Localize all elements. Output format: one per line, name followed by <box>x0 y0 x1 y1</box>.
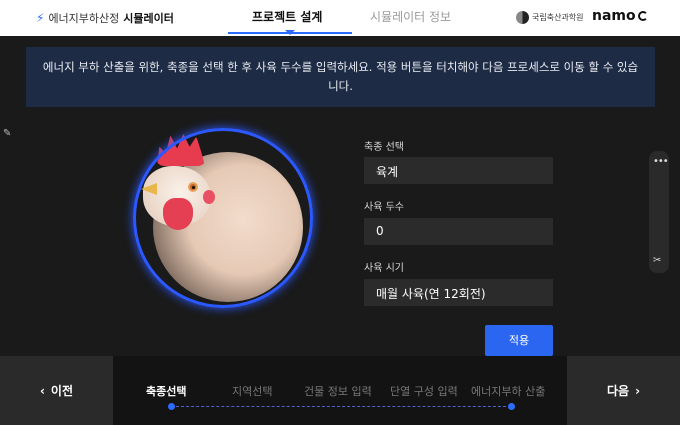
pen-icon[interactable]: ✎ <box>3 128 15 140</box>
period-label: 사육 시기 <box>364 263 404 274</box>
active-tab-caret <box>285 30 295 35</box>
next-button[interactable]: 다음 › <box>567 356 680 425</box>
prev-button-label: 이전 <box>50 384 74 398</box>
chevron-left-icon: ‹ <box>39 383 45 398</box>
species-label: 축종 선택 <box>364 142 404 153</box>
namo-swirl-icon <box>637 11 648 21</box>
app-brand: ⚡ 에너지부하산정 시뮬레이터 <box>36 10 174 26</box>
top-bar: ⚡ 에너지부하산정 시뮬레이터 프로젝트 설계 시뮬레이터 정보 국립축산과학원… <box>0 0 680 36</box>
next-button-label: 다음 <box>606 384 630 398</box>
tab-project-design[interactable]: 프로젝트 설계 <box>252 8 322 25</box>
chevron-right-icon: › <box>635 383 641 398</box>
prev-button[interactable]: ‹ 이전 <box>0 356 113 425</box>
species-select[interactable]: 육계 <box>364 157 553 184</box>
instruction-banner: 에너지 부하 산출을 위한, 축종을 선택 한 후 사육 두수를 입력하세요. … <box>26 47 655 107</box>
apply-button[interactable]: 적용 <box>485 325 553 356</box>
step-progress-end-dot <box>508 403 515 410</box>
lightning-icon: ⚡ <box>36 11 45 25</box>
count-input[interactable]: 0 <box>364 218 553 245</box>
brand-prefix: 에너지부하산정 <box>48 12 120 25</box>
step-building-info[interactable]: 건물 정보 입력 <box>304 383 372 399</box>
period-select[interactable]: 매월 사육(연 12회전) <box>364 279 553 306</box>
step-insulation[interactable]: 단열 구성 입력 <box>390 383 458 399</box>
tab-simulator-info[interactable]: 시뮬레이터 정보 <box>370 8 451 25</box>
more-options-icon[interactable]: ••• <box>653 156 669 167</box>
org-logo-text: 국립축산과학원 <box>532 13 584 22</box>
org-emblem-icon <box>516 11 529 24</box>
namo-logo-text: namo <box>592 8 636 24</box>
step-progress-track <box>171 406 511 407</box>
species-photo <box>133 128 313 308</box>
scissors-icon[interactable]: ✂ <box>653 255 661 266</box>
photo-glow-ring <box>133 128 313 308</box>
step-progress-start-dot <box>168 403 175 410</box>
step-energy-load[interactable]: 에너지부하 산출 <box>471 383 545 399</box>
floating-toolbar: ••• ✂ <box>649 151 669 273</box>
step-region[interactable]: 지역선택 <box>232 383 272 399</box>
step-species[interactable]: 축종선택 <box>146 383 186 399</box>
brand-name: 시뮬레이터 <box>123 12 174 25</box>
namo-logo: namo <box>592 8 648 24</box>
org-logo: 국립축산과학원 <box>516 11 584 24</box>
count-label: 사육 두수 <box>364 202 404 213</box>
